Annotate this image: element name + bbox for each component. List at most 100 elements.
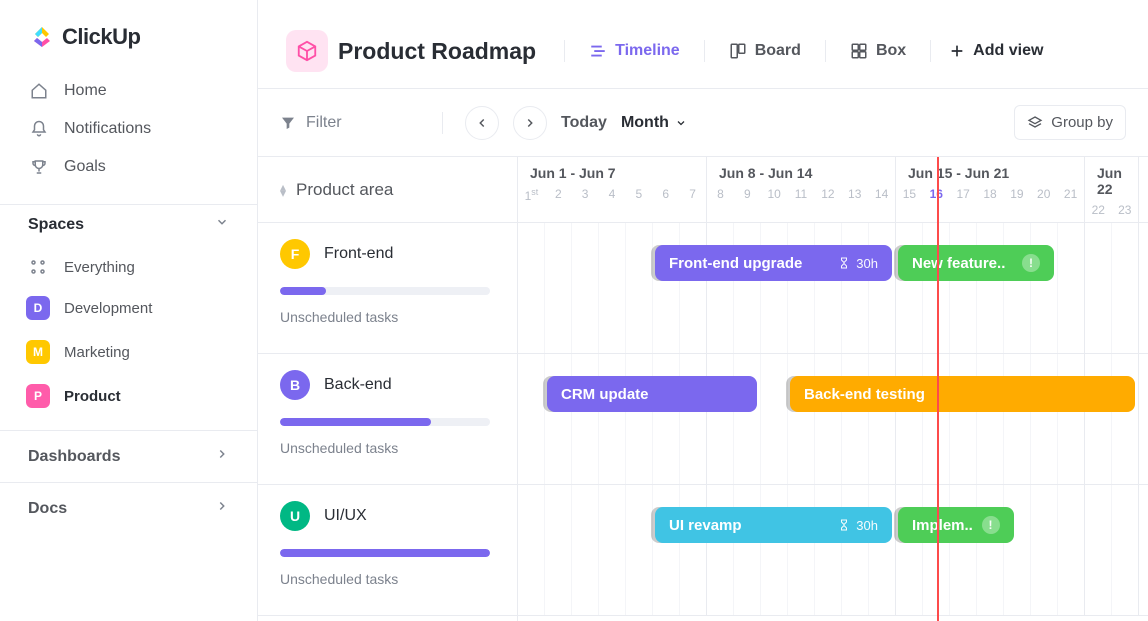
- week-label: Jun 1 - Jun 7: [518, 157, 706, 181]
- topbar: Product Roadmap Timeline Board Box Add v…: [258, 0, 1148, 88]
- day-cell: 15: [896, 187, 923, 222]
- task-label: Implem..: [912, 517, 973, 534]
- week-column: Jun 1 - Jun 71st234567: [518, 157, 707, 222]
- chevron-left-icon: [475, 116, 489, 130]
- day-cell: 4: [599, 187, 626, 222]
- group-row[interactable]: F Front-end Unscheduled tasks: [258, 223, 517, 354]
- day-cell: 19: [1003, 187, 1030, 222]
- page-icon[interactable]: [286, 30, 328, 72]
- space-item-development[interactable]: DDevelopment: [16, 286, 241, 330]
- group-name: UI/UX: [324, 507, 367, 525]
- task-label: Front-end upgrade: [669, 255, 802, 272]
- day-cell: 3: [572, 187, 599, 222]
- everything-icon: [26, 258, 50, 276]
- day-cell: 7: [679, 187, 706, 222]
- day-cell: 23: [1112, 203, 1139, 222]
- group-progress: [280, 418, 490, 426]
- task-bar[interactable]: UI revamp 30h: [655, 507, 892, 543]
- prev-button[interactable]: [465, 106, 499, 140]
- day-cell: 17: [950, 187, 977, 222]
- grid-header: Jun 1 - Jun 71st234567Jun 8 - Jun 148910…: [518, 157, 1148, 223]
- task-bar[interactable]: Implem..!: [898, 507, 1014, 543]
- nav-notifications[interactable]: Notifications: [16, 110, 241, 148]
- week-label: Jun 8 - Jun 14: [707, 157, 895, 181]
- spaces-list: Everything DDevelopmentMMarketingPProduc…: [0, 244, 257, 430]
- unscheduled-label[interactable]: Unscheduled tasks: [280, 571, 495, 587]
- day-cell: 11: [788, 187, 815, 222]
- trophy-icon: [30, 158, 48, 176]
- today-button[interactable]: Today: [561, 114, 607, 132]
- grid-row: UI revamp 30h Implem..!: [518, 485, 1148, 616]
- week-label: Jun 15 - Jun 21: [896, 157, 1084, 181]
- bell-icon: [30, 120, 48, 138]
- view-timeline[interactable]: Timeline: [583, 36, 686, 66]
- view-box[interactable]: Box: [844, 36, 912, 66]
- group-row[interactable]: B Back-end Unscheduled tasks: [258, 354, 517, 485]
- chevron-right-icon: [215, 499, 229, 518]
- range-button[interactable]: Month: [621, 114, 687, 132]
- everything-item[interactable]: Everything: [16, 248, 241, 286]
- task-label: UI revamp: [669, 517, 742, 534]
- left-col-header[interactable]: ▴▾ Product area: [258, 157, 517, 223]
- group-badge: F: [280, 239, 310, 269]
- main-nav: Home Notifications Goals: [0, 68, 257, 204]
- group-by-button[interactable]: Group by: [1014, 105, 1126, 140]
- chevron-down-icon: [675, 117, 687, 129]
- space-item-marketing[interactable]: MMarketing: [16, 330, 241, 374]
- group-progress: [280, 549, 490, 557]
- plus-icon: [949, 43, 965, 59]
- chevron-right-icon: [523, 116, 537, 130]
- task-bar[interactable]: Back-end testing: [790, 376, 1135, 412]
- brand-text: ClickUp: [62, 24, 140, 50]
- day-cell: 2: [545, 187, 572, 222]
- alert-icon: !: [1022, 254, 1040, 272]
- task-bar[interactable]: New feature..!: [898, 245, 1054, 281]
- timeline-icon: [589, 42, 607, 60]
- task-hours: 30h: [838, 518, 878, 533]
- nav-home[interactable]: Home: [16, 72, 241, 110]
- logo[interactable]: ClickUp: [0, 0, 257, 68]
- space-badge: P: [26, 384, 50, 408]
- board-icon: [729, 42, 747, 60]
- nav-goals[interactable]: Goals: [16, 148, 241, 186]
- task-label: Back-end testing: [804, 386, 925, 403]
- group-row[interactable]: U UI/UX Unscheduled tasks: [258, 485, 517, 616]
- unscheduled-label[interactable]: Unscheduled tasks: [280, 309, 495, 325]
- timeline: ▴▾ Product area F Front-end Unscheduled …: [258, 157, 1148, 621]
- today-indicator: [937, 157, 939, 621]
- filter-icon: [280, 115, 296, 131]
- week-column: Jun 8 - Jun 14891011121314: [707, 157, 896, 222]
- hourglass-icon: [838, 257, 850, 269]
- day-cell: 14: [868, 187, 895, 222]
- home-icon: [30, 82, 48, 100]
- unscheduled-label[interactable]: Unscheduled tasks: [280, 440, 495, 456]
- task-bar[interactable]: CRM update: [547, 376, 757, 412]
- day-cell: 13: [841, 187, 868, 222]
- space-item-product[interactable]: PProduct: [16, 374, 241, 418]
- task-bar[interactable]: Front-end upgrade30h: [655, 245, 892, 281]
- spaces-header[interactable]: Spaces: [0, 204, 257, 244]
- docs-row[interactable]: Docs: [0, 482, 257, 534]
- sidebar: ClickUp Home Notifications Goals: [0, 0, 258, 621]
- filter-button[interactable]: Filter: [280, 114, 420, 132]
- space-label: Marketing: [64, 344, 130, 361]
- grid-body: Front-end upgrade30hNew feature..!CRM up…: [518, 223, 1148, 616]
- day-cell: 12: [814, 187, 841, 222]
- task-label: New feature..: [912, 255, 1005, 272]
- main-area: Product Roadmap Timeline Board Box Add v…: [258, 0, 1148, 621]
- week-column: Jun 222223: [1085, 157, 1139, 222]
- page-title: Product Roadmap: [338, 38, 536, 65]
- group-progress: [280, 287, 490, 295]
- dashboards-row[interactable]: Dashboards: [0, 430, 257, 482]
- nav-label: Home: [64, 82, 107, 100]
- day-cell: 21: [1057, 187, 1084, 222]
- next-button[interactable]: [513, 106, 547, 140]
- group-name: Front-end: [324, 245, 393, 263]
- group-badge: U: [280, 501, 310, 531]
- space-badge: D: [26, 296, 50, 320]
- timeline-grid[interactable]: Jun 1 - Jun 71st234567Jun 8 - Jun 148910…: [518, 157, 1148, 621]
- view-board[interactable]: Board: [723, 36, 807, 66]
- chevron-right-icon: [215, 447, 229, 466]
- box-icon: [850, 42, 868, 60]
- add-view-button[interactable]: Add view: [949, 42, 1043, 60]
